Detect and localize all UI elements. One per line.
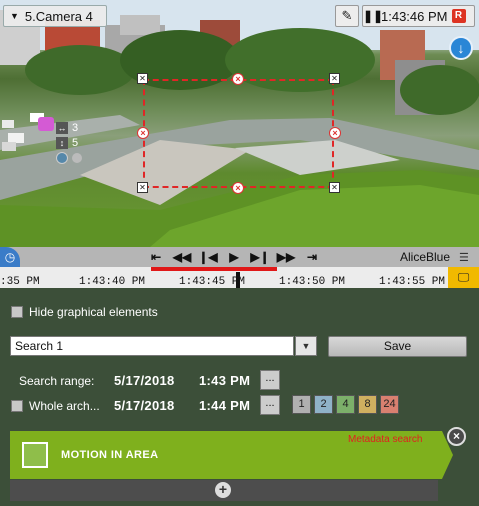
timeline-tick: 1:43:50 PM — [279, 276, 346, 288]
play-icon[interactable]: ▶ — [223, 249, 245, 265]
timeline-tick: 1:43:40 PM — [79, 276, 146, 288]
camera-selector[interactable]: ▼ 5.Camera 4 — [3, 5, 107, 27]
tracked-object-marker — [38, 117, 54, 131]
zone-vertex-delete[interactable]: × — [137, 127, 149, 139]
go-end-icon[interactable]: ⇥ — [301, 249, 323, 265]
fast-forward-icon[interactable]: ▶▶ — [275, 249, 297, 265]
download-arrow-icon[interactable]: ↓ — [449, 36, 473, 60]
start-date[interactable]: 5/17/2018 — [114, 373, 175, 388]
detection-zone[interactable] — [143, 79, 334, 188]
zone-corner-handle[interactable]: ✕ — [329, 182, 340, 193]
end-picker-button[interactable]: ... — [260, 395, 280, 415]
camera-view[interactable]: ▼ 5.Camera 4 ✎ ❚❚ 1:43:46 PM R ↓ ✕ ✕ ✕ ✕… — [0, 0, 479, 247]
playback-time-box[interactable]: ❚❚ 1:43:46 PM R — [362, 5, 475, 27]
whole-archive-checkbox[interactable] — [11, 400, 23, 412]
range-name: AliceBlue — [400, 250, 451, 264]
interval-button-2[interactable]: 2 — [314, 395, 333, 414]
close-icon[interactable]: × — [447, 427, 466, 446]
zone-corner-handle[interactable]: ✕ — [137, 182, 148, 193]
object-size-panel: ↔ 3 ↕ 5 — [38, 115, 86, 165]
interval-button-8[interactable]: 8 — [358, 395, 377, 414]
zone-corner-handle[interactable]: ✕ — [329, 73, 340, 84]
misc-row — [56, 151, 84, 164]
hide-graphical-row[interactable]: Hide graphical elements — [11, 305, 158, 319]
end-date[interactable]: 5/17/2018 — [114, 398, 175, 413]
menu-icon[interactable]: ☰ — [459, 251, 469, 264]
timeline-cursor[interactable] — [236, 272, 240, 288]
camera-name: 5.Camera 4 — [24, 8, 93, 24]
whole-archive-row[interactable]: Whole arch... — [11, 399, 100, 413]
search-range-label: Search range: — [19, 374, 95, 388]
timeline-tick: :35 PM — [0, 276, 40, 288]
hide-graphical-checkbox[interactable] — [11, 306, 23, 318]
monitor-icon[interactable]: 🖵 — [448, 267, 479, 288]
go-start-icon[interactable]: ⇤ — [145, 249, 167, 265]
width-row: ↔ 3 — [56, 121, 84, 134]
pause-icon[interactable]: ❚❚ — [363, 9, 383, 23]
width-value: 3 — [72, 121, 79, 134]
playback-bar: ◷ ⇤ ◀◀ ❙◀ ▶ ▶❙ ▶▶ ⇥ AliceBlue ☰ — [0, 247, 479, 267]
edit-document-icon[interactable]: ✎ — [335, 5, 359, 27]
rec-badge[interactable]: R — [451, 9, 466, 23]
whole-archive-label: Whole arch... — [29, 399, 100, 413]
end-time[interactable]: 1:44 PM — [199, 398, 250, 413]
height-value: 5 — [72, 136, 79, 149]
interval-button-24[interactable]: 24 — [380, 395, 399, 414]
interval-button-1[interactable]: 1 — [292, 395, 311, 414]
current-time: 1:43:46 PM — [381, 8, 448, 24]
step-forward-icon[interactable]: ▶❙ — [249, 249, 271, 265]
zone-vertex-delete[interactable]: × — [329, 127, 341, 139]
search-select[interactable]: Search 1 — [10, 336, 294, 356]
clock-icon[interactable]: ◷ — [0, 247, 20, 267]
timeline-tick: 1:43:55 PM — [379, 276, 446, 288]
start-picker-button[interactable]: ... — [260, 370, 280, 390]
playback-controls: ⇤ ◀◀ ❙◀ ▶ ▶❙ ▶▶ ⇥ — [145, 249, 323, 265]
add-condition-bar[interactable]: + — [10, 480, 438, 501]
hide-graphical-label: Hide graphical elements — [29, 305, 158, 319]
area-icon — [22, 442, 48, 468]
metadata-search-label: Metadata search — [348, 434, 423, 445]
add-icon[interactable]: + — [215, 482, 231, 498]
start-time[interactable]: 1:43 PM — [199, 373, 250, 388]
zone-corner-handle[interactable]: ✕ — [137, 73, 148, 84]
height-row: ↕ 5 — [56, 136, 84, 149]
step-back-icon[interactable]: ❙◀ — [197, 249, 219, 265]
timeline[interactable]: :35 PM 1:43:40 PM 1:43:45 PM 1:43:50 PM … — [0, 267, 479, 288]
dropdown-triangle-icon: ▼ — [10, 11, 19, 21]
dot-icon — [72, 152, 82, 163]
zone-vertex-delete[interactable]: × — [232, 73, 244, 85]
zone-vertex-delete[interactable]: × — [232, 182, 244, 194]
condition-title: MOTION IN AREA — [61, 449, 159, 461]
height-icon: ↕ — [56, 136, 68, 149]
fast-rewind-icon[interactable]: ◀◀ — [171, 249, 193, 265]
globe-icon — [56, 151, 68, 164]
save-button[interactable]: Save — [328, 336, 467, 357]
interval-button-4[interactable]: 4 — [336, 395, 355, 414]
chevron-down-icon[interactable]: ▼ — [295, 336, 317, 356]
timeline-selected-range[interactable] — [151, 267, 277, 271]
width-icon: ↔ — [56, 121, 68, 134]
